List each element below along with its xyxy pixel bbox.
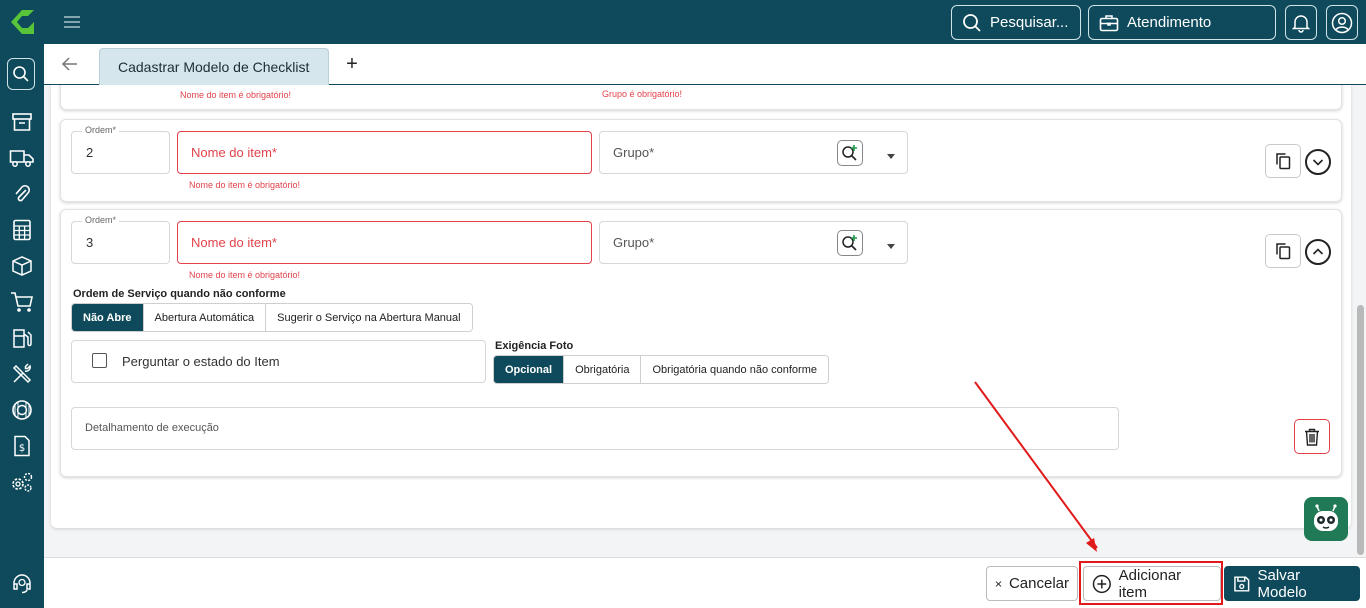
annotation-arrow bbox=[974, 381, 1098, 552]
annotation-highlight-box bbox=[1079, 561, 1223, 605]
